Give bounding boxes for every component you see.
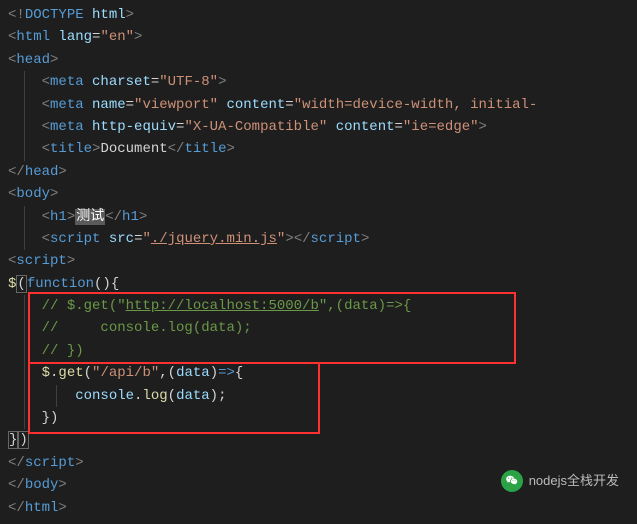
code-line: // console.log(data); xyxy=(8,317,629,339)
code-line: $.get("/api/b",(data)=>{ xyxy=(8,362,629,384)
code-line: <title>Document</title> xyxy=(8,138,629,160)
code-editor: <!DOCTYPE html> <html lang="en"> <head> … xyxy=(0,0,637,524)
code-line: <body> xyxy=(8,183,629,205)
watermark: nodejs全栈开发 xyxy=(501,470,619,492)
code-line: $(function(){ xyxy=(8,273,629,295)
watermark-text: nodejs全栈开发 xyxy=(529,471,619,492)
wechat-icon xyxy=(501,470,523,492)
code-line: <head> xyxy=(8,49,629,71)
code-line: <meta http-equiv="X-UA-Compatible" conte… xyxy=(8,116,629,138)
code-line: <html lang="en"> xyxy=(8,26,629,48)
code-line: console.log(data); xyxy=(8,385,629,407)
code-line: </head> xyxy=(8,161,629,183)
code-line: }) xyxy=(8,429,629,451)
code-line: <script src="./jquery.min.js"></script> xyxy=(8,228,629,250)
code-line: <meta charset="UTF-8"> xyxy=(8,71,629,93)
code-line: // $.get("http://localhost:5000/b",(data… xyxy=(8,295,629,317)
code-line: </html> xyxy=(8,497,629,519)
code-line: // }) xyxy=(8,340,629,362)
code-line: }) xyxy=(8,407,629,429)
code-line: <!DOCTYPE html> xyxy=(8,4,629,26)
code-line: <script> xyxy=(8,250,629,272)
code-line: <meta name="viewport" content="width=dev… xyxy=(8,94,629,116)
code-line: <h1>测试</h1> xyxy=(8,206,629,228)
